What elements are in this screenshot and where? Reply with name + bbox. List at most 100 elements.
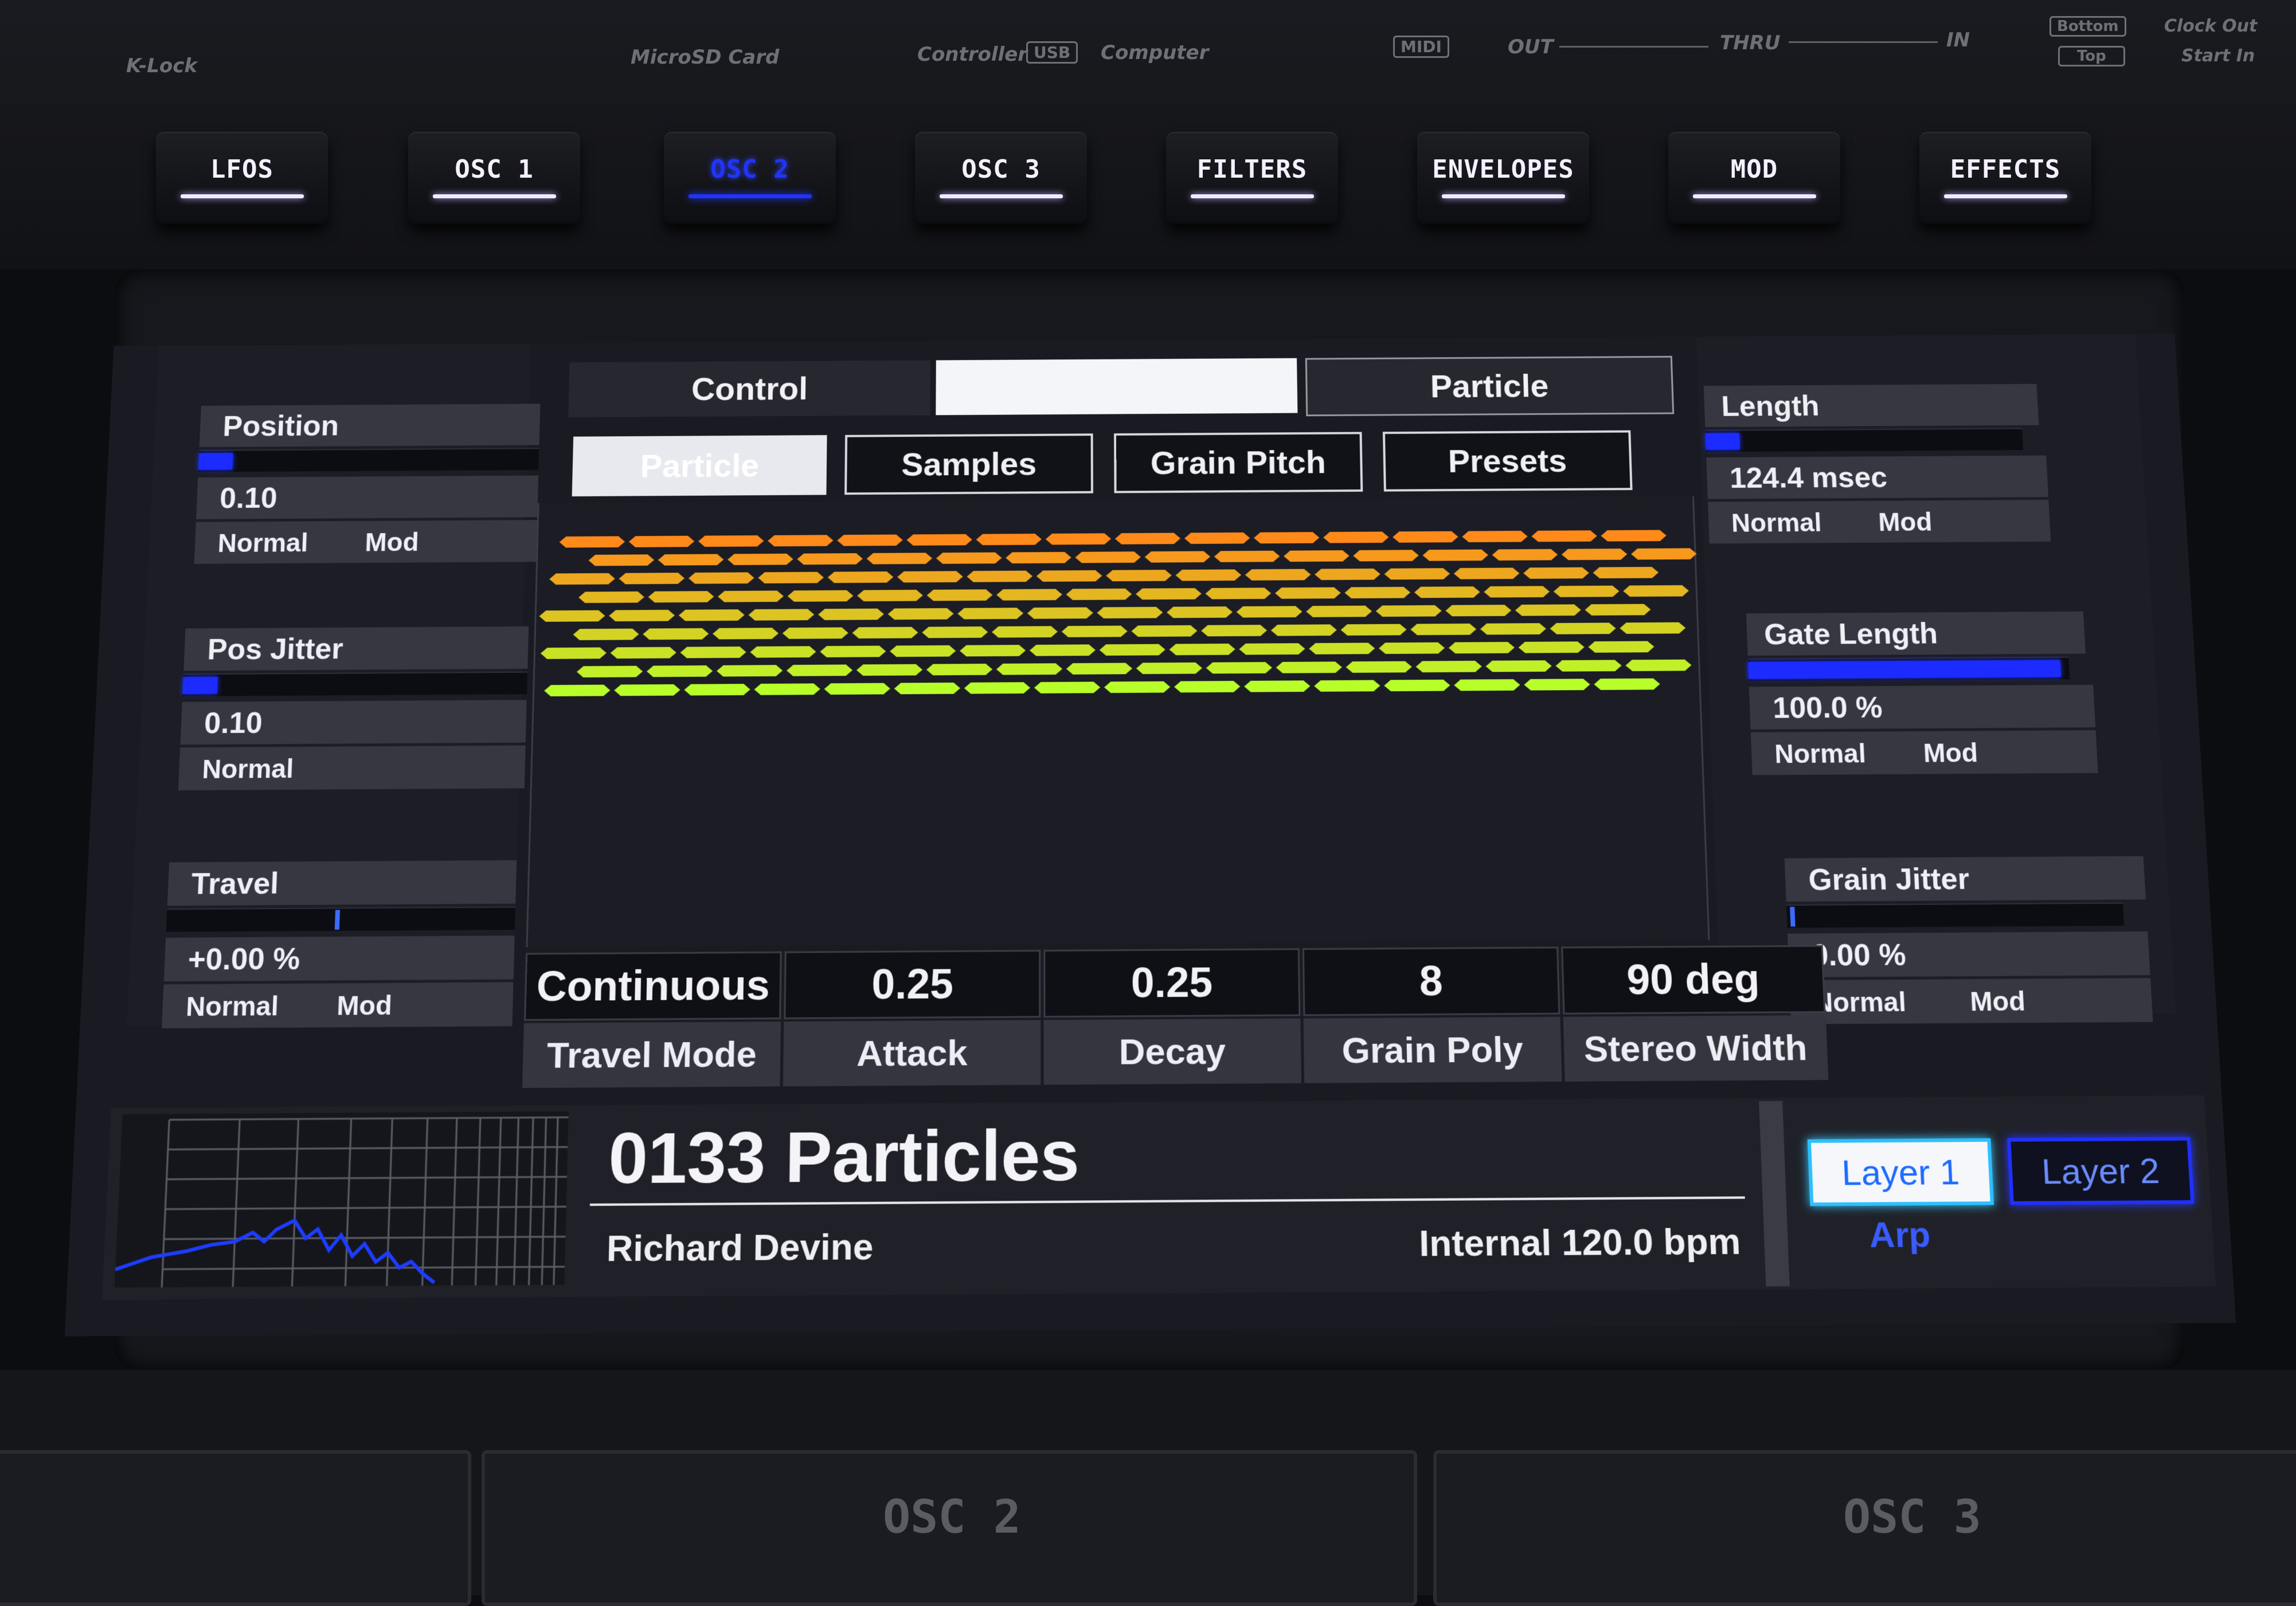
- position-modes: Normal Mod: [194, 520, 538, 564]
- grain-particle: [1097, 607, 1163, 618]
- position-meter[interactable]: [198, 448, 539, 472]
- grain-particle: [1323, 531, 1388, 543]
- travel-modes: Normal Mod: [162, 982, 514, 1029]
- grain-particle: [960, 645, 1026, 656]
- tab-particle[interactable]: Particle: [1305, 355, 1675, 417]
- grain-poly-param[interactable]: 8 Grain Poly: [1302, 946, 1562, 1090]
- spectrum-thumbnail: [114, 1111, 569, 1288]
- envelopes-button-led: [1441, 194, 1565, 198]
- grain-particle: [1167, 606, 1233, 618]
- grain-particle: [1036, 570, 1102, 582]
- grain-particle: [1344, 587, 1410, 598]
- osc1-button[interactable]: OSC 1: [408, 132, 580, 224]
- grain-particle: [560, 536, 625, 547]
- position-mod[interactable]: Mod: [365, 527, 420, 557]
- position-meter-fill: [198, 453, 233, 470]
- travel-mode-param[interactable]: Continuous Travel Mode: [522, 951, 782, 1094]
- grain-particle: [1601, 530, 1667, 542]
- gate-length-value[interactable]: 100.0 %: [1749, 684, 2096, 730]
- midi-in-label: IN: [1946, 29, 1970, 52]
- subtab-samples[interactable]: Samples: [844, 433, 1093, 495]
- effects-button[interactable]: EFFECTS: [1919, 132, 2091, 224]
- position-normal[interactable]: Normal: [217, 527, 309, 558]
- grain-particle: [787, 664, 852, 676]
- attack-param[interactable]: 0.25 Attack: [783, 950, 1041, 1092]
- gate-length-meter-fill: [1748, 660, 2062, 679]
- lower-osc2-label: OSC 2: [883, 1490, 1021, 1544]
- grain-particle: [689, 572, 754, 583]
- grain-particle: [783, 627, 848, 639]
- grain-jitter-value[interactable]: 0.00 %: [1787, 931, 2150, 978]
- grain-particle: [1309, 643, 1375, 654]
- pos-jitter-normal[interactable]: Normal: [202, 753, 295, 784]
- grain-particle: [1593, 567, 1659, 578]
- grain-particle: [1484, 586, 1550, 597]
- gate-length-meter[interactable]: [1747, 656, 2070, 681]
- stereo-width-param[interactable]: 90 deg Stereo Width: [1561, 945, 1829, 1088]
- lfos-button[interactable]: LFOS: [156, 132, 328, 224]
- length-value[interactable]: 124.4 msec: [1706, 455, 2049, 499]
- grain-particle: [927, 589, 993, 601]
- pos-jitter-value[interactable]: 0.10: [180, 700, 527, 745]
- grain-particle: [1106, 570, 1172, 581]
- lower-button-left[interactable]: [0, 1450, 471, 1606]
- attack-name: Attack: [783, 1020, 1041, 1087]
- travel-meter[interactable]: [166, 906, 516, 932]
- grain-jitter-meter-tick: [1790, 907, 1796, 927]
- travel-normal[interactable]: Normal: [185, 990, 279, 1022]
- pos-jitter-meter[interactable]: [182, 671, 528, 696]
- tab-control[interactable]: Control: [568, 360, 930, 418]
- subtab-presets[interactable]: Presets: [1382, 430, 1633, 492]
- grain-particle: [857, 590, 923, 601]
- filters-button[interactable]: FILTERS: [1166, 132, 1338, 224]
- position-value[interactable]: 0.10: [196, 475, 539, 519]
- gate-length-normal[interactable]: Normal: [1774, 738, 1866, 769]
- grain-particle: [1030, 644, 1096, 656]
- osc2-button[interactable]: OSC 2: [664, 132, 836, 224]
- grain-particle: [1115, 533, 1180, 545]
- arp-label[interactable]: Arp: [1810, 1207, 1990, 1262]
- grain-particle: [577, 666, 643, 677]
- envelopes-button[interactable]: ENVELOPES: [1417, 132, 1589, 224]
- bottom-label: Bottom: [2049, 16, 2126, 37]
- length-normal[interactable]: Normal: [1731, 507, 1822, 538]
- grain-jitter-normal[interactable]: Normal: [1813, 986, 1907, 1018]
- tab-selected-blank[interactable]: [936, 358, 1298, 416]
- decay-param[interactable]: 0.25 Decay: [1043, 948, 1302, 1091]
- osc3-button[interactable]: OSC 3: [915, 132, 1087, 224]
- grain-particle: [1485, 660, 1551, 672]
- lfos-button-label: LFOS: [210, 155, 273, 184]
- subtab-grain-pitch[interactable]: Grain Pitch: [1114, 432, 1363, 493]
- length-meter[interactable]: [1705, 428, 2024, 452]
- grain-particle: [828, 571, 894, 583]
- tempo-display[interactable]: Internal 120.0 bpm: [1327, 1208, 1742, 1277]
- lfos-button-led: [180, 194, 304, 198]
- gate-length-mod[interactable]: Mod: [1923, 737, 1978, 768]
- preset-name[interactable]: 0133 Particles: [590, 1110, 1762, 1201]
- grain-particle: [996, 663, 1062, 675]
- layer-2-button[interactable]: Layer 2: [2006, 1137, 2195, 1205]
- grain-particle: [1594, 678, 1660, 690]
- grain-particle: [614, 684, 680, 696]
- travel-meter-tick: [334, 910, 341, 930]
- grain-particle: [1104, 681, 1170, 693]
- decay-name: Decay: [1043, 1018, 1302, 1085]
- subtab-particle[interactable]: Particle: [572, 435, 827, 497]
- travel-mod[interactable]: Mod: [337, 989, 393, 1021]
- grain-particle: [1449, 642, 1515, 653]
- grain-particle: [1414, 586, 1480, 598]
- layer-1-button[interactable]: Layer 1: [1807, 1138, 1994, 1207]
- grain-particle: [629, 536, 695, 547]
- grain-particle: [967, 571, 1032, 582]
- travel-value[interactable]: +0.00 %: [163, 935, 515, 982]
- grain-particle: [1136, 588, 1202, 600]
- filters-button-led: [1190, 194, 1314, 198]
- travel-mode-name: Travel Mode: [522, 1021, 781, 1088]
- grain-particle: [611, 647, 676, 659]
- mod-button[interactable]: MOD: [1668, 132, 1840, 224]
- grain-jitter-meter[interactable]: [1786, 902, 2125, 928]
- length-label: Length: [1703, 383, 2039, 428]
- grain-jitter-mod[interactable]: Mod: [1969, 985, 2026, 1017]
- grain-particle: [1416, 661, 1482, 672]
- length-mod[interactable]: Mod: [1878, 506, 1933, 536]
